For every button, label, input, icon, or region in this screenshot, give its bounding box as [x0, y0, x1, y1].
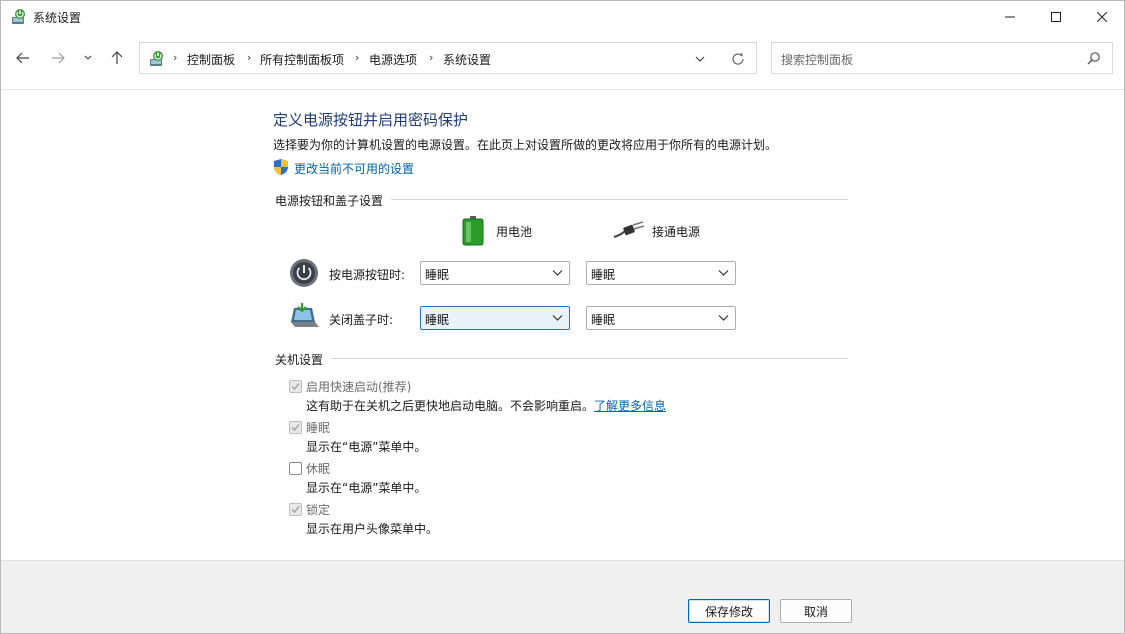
forward-button[interactable] — [47, 47, 69, 69]
page-description: 选择要为你的计算机设置的电源设置。在此页上对设置所做的更改将应用于你所有的电源计… — [273, 138, 778, 152]
lock-label: 锁定 — [306, 503, 331, 517]
chevron-right-icon: › — [247, 51, 252, 64]
maximize-icon — [1051, 12, 1061, 22]
title-bar: 系统设置 — [1, 1, 1124, 33]
chevron-down-icon — [718, 315, 729, 321]
battery-column-label: 用电池 — [496, 225, 533, 239]
power-section-title: 电源按钮和盖子设置 — [275, 194, 384, 208]
chevron-right-icon: › — [355, 51, 360, 64]
address-bar[interactable]: › 控制面板 › 所有控制面板项 › 电源选项 › 系统设置 — [139, 42, 757, 74]
fast-startup-label: 启用快速启动(推荐) — [306, 380, 412, 394]
save-changes-button[interactable]: 保存修改 — [688, 599, 770, 623]
checkmark-icon — [291, 506, 300, 514]
select-value: 睡眠 — [425, 268, 450, 282]
select-value: 睡眠 — [591, 313, 616, 327]
chevron-down-icon — [718, 270, 729, 276]
select-value: 睡眠 — [591, 268, 616, 282]
learn-more-link[interactable]: 了解更多信息 — [594, 399, 666, 413]
breadcrumb-power-options[interactable]: 电源选项 — [369, 51, 417, 68]
back-button[interactable] — [12, 47, 34, 69]
power-plug-icon — [613, 221, 645, 238]
select-value: 睡眠 — [425, 313, 450, 327]
fast-startup-description-text: 这有助于在关机之后更快地启动电脑。不会影响重启。 — [306, 399, 595, 413]
breadcrumb-control-panel[interactable]: 控制面板 — [187, 51, 235, 68]
chevron-down-icon — [84, 55, 92, 60]
uac-shield-icon — [274, 159, 288, 175]
power-options-icon — [150, 51, 163, 66]
lid-close-row-label: 关闭盖子时: — [329, 313, 394, 327]
lid-close-battery-select[interactable]: 睡眠 — [420, 306, 570, 330]
cancel-button[interactable]: 取消 — [780, 599, 852, 623]
system-settings-window: 系统设置 › 控制面板 › 所有控制面板项 › 电源选项 › 系统设置 搜索控制… — [0, 0, 1125, 634]
chevron-right-icon: › — [173, 51, 178, 64]
minimize-button[interactable] — [987, 1, 1033, 33]
chevron-down-icon — [552, 315, 563, 321]
power-button-icon — [290, 259, 318, 287]
power-button-battery-select[interactable]: 睡眠 — [420, 261, 570, 285]
battery-icon — [462, 216, 484, 246]
arrow-up-icon — [111, 51, 123, 64]
close-icon — [1097, 12, 1107, 22]
chevron-down-icon[interactable] — [692, 51, 708, 67]
main-content: 定义电源按钮并启用密码保护 选择要为你的计算机设置的电源设置。在此页上对设置所做… — [1, 90, 1124, 560]
breadcrumb-all-items[interactable]: 所有控制面板项 — [260, 51, 344, 68]
search-icon — [1087, 52, 1100, 65]
sleep-checkbox[interactable] — [289, 421, 302, 434]
lock-description: 显示在用户头像菜单中。 — [306, 522, 439, 536]
recent-locations-button[interactable] — [79, 47, 97, 69]
shutdown-section-divider — [331, 358, 848, 359]
maximize-button[interactable] — [1033, 1, 1079, 33]
close-button[interactable] — [1079, 1, 1124, 33]
arrow-right-icon — [52, 52, 65, 64]
minimize-icon — [1005, 16, 1015, 18]
fast-startup-description: 这有助于在关机之后更快地启动电脑。不会影响重启。了解更多信息 — [306, 397, 666, 414]
fast-startup-checkbox[interactable] — [289, 380, 302, 393]
sleep-description: 显示在“电源”菜单中。 — [306, 440, 427, 454]
power-button-plugged-select[interactable]: 睡眠 — [586, 261, 736, 285]
page-title: 定义电源按钮并启用密码保护 — [273, 111, 469, 129]
refresh-icon[interactable] — [730, 51, 746, 67]
plugged-in-column-label: 接通电源 — [652, 225, 701, 239]
lid-close-plugged-select[interactable]: 睡眠 — [586, 306, 736, 330]
arrow-left-icon — [16, 52, 29, 64]
hibernate-checkbox[interactable] — [289, 462, 302, 475]
hibernate-description: 显示在“电源”菜单中。 — [306, 481, 427, 495]
search-input[interactable]: 搜索控制面板 — [771, 42, 1113, 74]
checkmark-icon — [291, 383, 300, 391]
footer-bar: 保存修改 取消 — [1, 561, 1124, 633]
laptop-lid-icon — [291, 303, 319, 327]
shutdown-section-title: 关机设置 — [275, 353, 324, 367]
checkmark-icon — [291, 424, 300, 432]
power-options-icon — [12, 9, 25, 24]
window-title: 系统设置 — [33, 11, 82, 25]
power-section-divider — [391, 199, 848, 200]
breadcrumb-system-settings[interactable]: 系统设置 — [443, 51, 491, 68]
navigation-bar: › 控制面板 › 所有控制面板项 › 电源选项 › 系统设置 搜索控制面板 — [1, 37, 1124, 90]
hibernate-label: 休眠 — [306, 462, 331, 476]
up-button[interactable] — [106, 47, 128, 69]
search-placeholder: 搜索控制面板 — [781, 53, 854, 67]
power-button-row-label: 按电源按钮时: — [329, 268, 406, 282]
chevron-down-icon — [552, 270, 563, 276]
sleep-label: 睡眠 — [306, 421, 331, 435]
chevron-right-icon: › — [429, 51, 434, 64]
change-unavailable-settings-link[interactable]: 更改当前不可用的设置 — [294, 160, 414, 177]
lock-checkbox[interactable] — [289, 503, 302, 516]
